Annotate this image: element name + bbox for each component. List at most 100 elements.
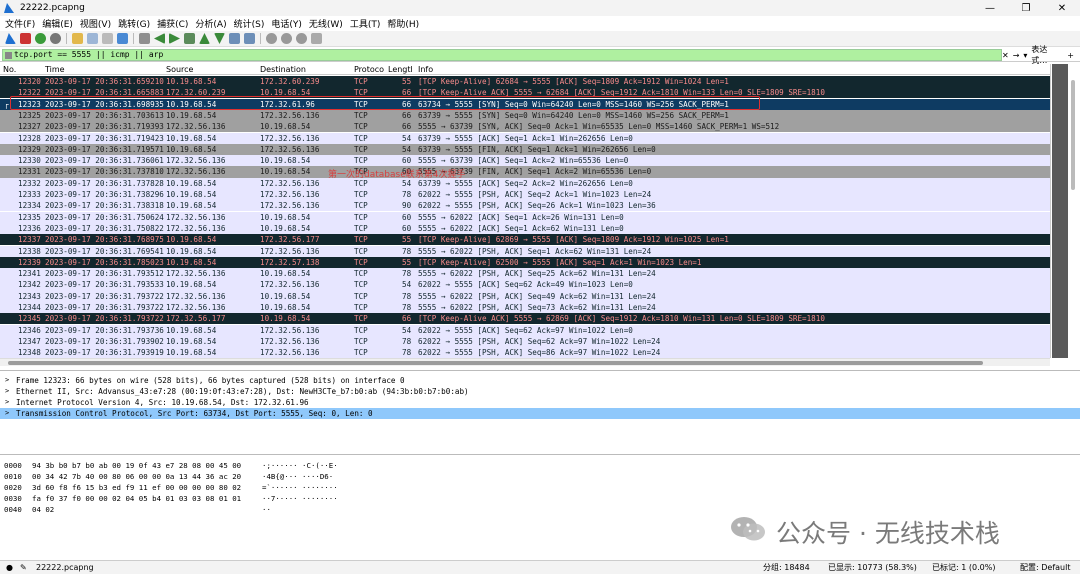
- menu-go[interactable]: 跳转(G): [118, 17, 150, 30]
- ready-icon[interactable]: ●: [6, 561, 13, 574]
- apply-filter-icon[interactable]: →: [1013, 51, 1020, 60]
- zoom-out-icon[interactable]: [281, 33, 292, 44]
- detail-ipv4[interactable]: > Internet Protocol Version 4, Src: 10.19…: [0, 397, 1080, 408]
- close-button[interactable]: ✕: [1044, 3, 1080, 14]
- menu-file[interactable]: 文件(F): [5, 17, 35, 30]
- expand-arrow-icon[interactable]: >: [5, 408, 9, 419]
- go-back-icon[interactable]: [154, 33, 165, 44]
- zoom-reset-icon[interactable]: [296, 33, 307, 44]
- add-filter-button[interactable]: +: [1067, 51, 1074, 60]
- hex-line: 0030 fa f0 37 f0 00 00 02 04 05 b4 01 03…: [4, 494, 338, 503]
- last-packet-icon[interactable]: [214, 33, 225, 44]
- menu-edit[interactable]: 编辑(E): [42, 17, 73, 30]
- start-capture-icon[interactable]: [5, 33, 16, 44]
- column-header-length[interactable]: Length: [388, 64, 412, 75]
- colorize-icon[interactable]: [244, 33, 255, 44]
- packet-row[interactable]: 12342 2023-09-17 20:36:31.793533 10.19.68.…: [0, 279, 1050, 291]
- packet-row[interactable]: 12334 2023-09-17 20:36:31.738318 10.19.68.…: [0, 200, 1050, 212]
- menu-analyze[interactable]: 分析(A): [195, 17, 226, 30]
- stop-capture-icon[interactable]: [20, 33, 31, 44]
- packet-row[interactable]: 12335 2023-09-17 20:36:31.750624 172.32.56…: [0, 211, 1050, 223]
- save-file-icon[interactable]: [87, 33, 98, 44]
- packet-row[interactable]: 12338 2023-09-17 20:36:31.769541 10.19.68.…: [0, 245, 1050, 257]
- menu-capture[interactable]: 捕获(C): [157, 17, 188, 30]
- packet-row[interactable]: 12348 2023-09-17 20:36:31.793919 10.19.68.…: [0, 347, 1050, 359]
- packet-row[interactable]: 12345 2023-09-17 20:36:31.793722 172.32.56…: [0, 313, 1050, 325]
- capture-options-icon[interactable]: [50, 33, 61, 44]
- packet-row[interactable]: 12343 2023-09-17 20:36:31.793722 172.32.56…: [0, 290, 1050, 302]
- column-header-source[interactable]: Source: [166, 64, 193, 75]
- minimize-button[interactable]: —: [972, 3, 1008, 14]
- cell-length: 78: [402, 303, 412, 312]
- packet-row[interactable]: 12329 2023-09-17 20:36:31.719571 10.19.68.…: [0, 143, 1050, 155]
- packet-row[interactable]: 12327 2023-09-17 20:36:31.719393 172.32.56…: [0, 121, 1050, 133]
- filter-history-dropdown[interactable]: ▾: [1023, 51, 1027, 60]
- packet-row[interactable]: 12320 2023-09-17 20:36:31.659210 10.19.68.…: [0, 76, 1050, 88]
- open-file-icon[interactable]: [72, 33, 83, 44]
- packet-row[interactable]: 12344 2023-09-17 20:36:31.793722 172.32.56…: [0, 302, 1050, 314]
- packet-row[interactable]: 12336 2023-09-17 20:36:31.750822 172.32.56…: [0, 222, 1050, 235]
- menu-statistics[interactable]: 统计(S): [234, 17, 265, 30]
- packet-minimap[interactable]: [1052, 64, 1068, 358]
- expand-arrow-icon[interactable]: >: [5, 386, 9, 397]
- menu-bar: 文件(F) 编辑(E) 视图(V) 跳转(G) 捕获(C) 分析(A) 统计(S…: [0, 16, 1080, 31]
- detail-ethernet[interactable]: > Ethernet II, Src: Advansus_43:e7:28 (00…: [0, 386, 1080, 397]
- column-header-time[interactable]: Time: [45, 64, 65, 75]
- packet-row[interactable]: 12346 2023-09-17 20:36:31.793736 10.19.68.…: [0, 324, 1050, 336]
- packet-details-pane: > Frame 12323: 66 bytes on wire (528 bits…: [0, 370, 1080, 454]
- status-profile[interactable]: 配置: Default: [1020, 561, 1070, 574]
- menu-telephony[interactable]: 电话(Y): [271, 17, 302, 30]
- cell-no: 12325: [18, 110, 41, 120]
- column-header-no[interactable]: No.: [3, 64, 16, 75]
- clear-filter-icon[interactable]: ✕: [1002, 51, 1009, 60]
- column-header-info[interactable]: Info: [418, 64, 433, 75]
- cell-destination: 172.32.56.136: [260, 201, 320, 211]
- cell-destination: 172.32.56.136: [260, 348, 320, 358]
- packet-row[interactable]: 12328 2023-09-17 20:36:31.719423 10.19.68.…: [0, 132, 1050, 144]
- packet-list[interactable]: 12320 2023-09-17 20:36:31.659210 10.19.68.…: [0, 76, 1050, 359]
- bookmark-icon[interactable]: [5, 52, 12, 59]
- maximize-button[interactable]: ❐: [1008, 3, 1044, 14]
- packet-row[interactable]: 12332 2023-09-17 20:36:31.737828 10.19.68.…: [0, 177, 1050, 189]
- cell-info: 62022 → 5555 [PSH, ACK] Seq=62 Ack=97 Wi…: [418, 336, 661, 346]
- go-forward-icon[interactable]: [169, 33, 180, 44]
- cell-protocol: TCP: [354, 314, 368, 324]
- menu-wireless[interactable]: 无线(W): [309, 17, 343, 30]
- find-packet-icon[interactable]: [139, 33, 150, 44]
- packet-row[interactable]: 12339 2023-09-17 20:36:31.785023 10.19.68.…: [0, 256, 1050, 268]
- packet-row[interactable]: 12333 2023-09-17 20:36:31.738296 10.19.68.…: [0, 189, 1050, 201]
- first-packet-icon[interactable]: [199, 33, 210, 44]
- display-filter-input[interactable]: tcp.port == 5555 || icmp || arp: [2, 49, 1002, 61]
- menu-help[interactable]: 帮助(H): [387, 17, 419, 30]
- packet-row[interactable]: 12330 2023-09-17 20:36:31.736061 172.32.56…: [0, 155, 1050, 167]
- menu-tools[interactable]: 工具(T): [350, 17, 381, 30]
- packet-row[interactable]: 12341 2023-09-17 20:36:31.793512 172.32.56…: [0, 268, 1050, 280]
- cell-destination: 172.32.56.136: [260, 246, 320, 256]
- detail-frame[interactable]: > Frame 12323: 66 bytes on wire (528 bits…: [0, 375, 1080, 386]
- zoom-in-icon[interactable]: [266, 33, 277, 44]
- cell-no: 12328: [18, 133, 41, 143]
- expand-arrow-icon[interactable]: >: [5, 375, 9, 386]
- column-header-destination[interactable]: Destination: [260, 64, 306, 75]
- expression-button[interactable]: 表达式…: [1031, 44, 1063, 66]
- reload-file-icon[interactable]: [117, 33, 128, 44]
- packet-row[interactable]: 12347 2023-09-17 20:36:31.793902 10.19.68.…: [0, 335, 1050, 348]
- resize-columns-icon[interactable]: [311, 33, 322, 44]
- edit-comment-icon[interactable]: ✎: [20, 561, 27, 574]
- detail-tcp[interactable]: > Transmission Control Protocol, Src Port…: [0, 408, 1080, 419]
- autoscroll-icon[interactable]: [229, 33, 240, 44]
- wechat-logo-icon: [731, 517, 765, 541]
- go-to-packet-icon[interactable]: [184, 33, 195, 44]
- packet-row[interactable]: 12331 2023-09-17 20:36:31.737810 172.32.56…: [0, 166, 1050, 178]
- column-header-protocol[interactable]: Protocol: [354, 64, 384, 75]
- packet-row[interactable]: 12325 2023-09-17 20:36:31.703613 10.19.68.…: [0, 109, 1050, 122]
- packet-row[interactable]: 12337 2023-09-17 20:36:31.768975 10.19.68.…: [0, 234, 1050, 246]
- cell-no: 12348: [18, 348, 41, 358]
- close-file-icon[interactable]: [102, 33, 113, 44]
- scrollbar-thumb[interactable]: [1071, 80, 1075, 190]
- menu-view[interactable]: 视图(V): [80, 17, 111, 30]
- horizontal-scrollbar-thumb[interactable]: [8, 361, 983, 365]
- expand-arrow-icon[interactable]: >: [5, 397, 9, 408]
- restart-capture-icon[interactable]: [35, 33, 46, 44]
- cell-info: 5555 → 62022 [PSH, ACK] Seq=73 Ack=62 Wi…: [418, 303, 656, 312]
